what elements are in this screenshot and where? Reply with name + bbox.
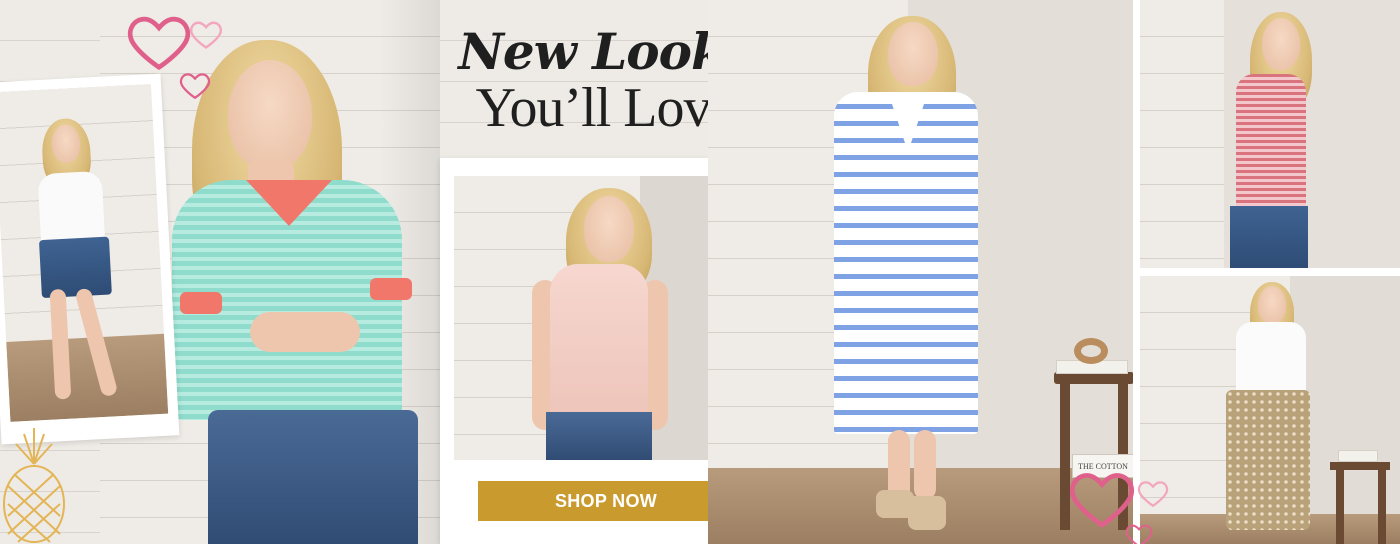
polaroid-left[interactable] xyxy=(0,73,180,445)
heart-icon xyxy=(127,16,191,71)
shop-now-button[interactable]: SHOP NOW xyxy=(478,481,734,521)
pink-sleeveless-top xyxy=(550,264,648,414)
decor-knot xyxy=(1074,338,1108,364)
pink-striped-tee xyxy=(1236,74,1306,212)
denim-jeans xyxy=(208,410,418,544)
heart-icon xyxy=(179,73,211,100)
heart-icon xyxy=(1137,481,1169,508)
heart-icon xyxy=(189,21,223,49)
pineapple-icon xyxy=(3,428,65,543)
photo-pink-tee[interactable] xyxy=(1140,0,1400,268)
heart-icon xyxy=(1125,524,1153,544)
promo-banner[interactable]: SHOP NOW New Looks You’ll Love THE COTTO… xyxy=(0,0,1400,544)
model-face xyxy=(228,60,312,170)
photo-polka-pants[interactable] xyxy=(1140,276,1400,544)
polka-dot-pants xyxy=(1226,390,1310,530)
